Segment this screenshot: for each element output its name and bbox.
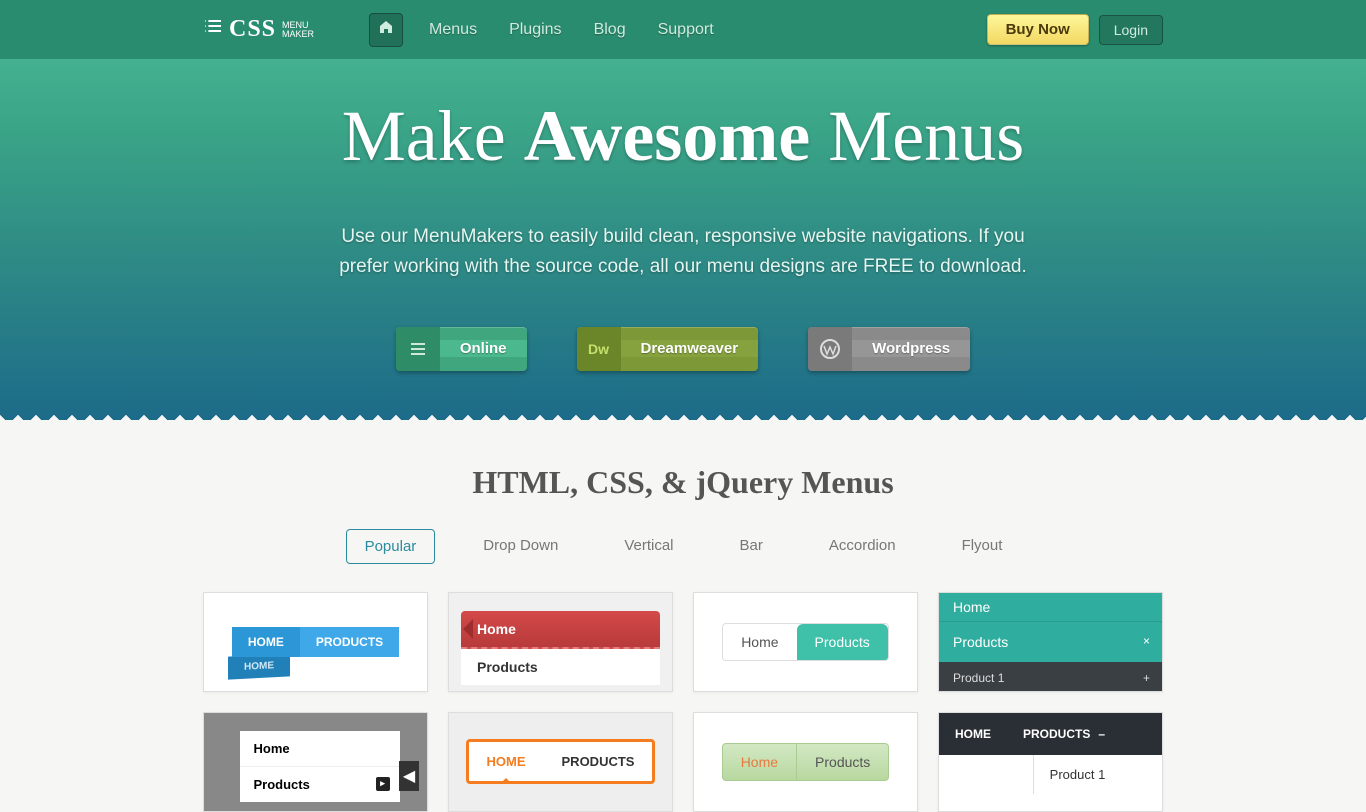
- logo-sub-text: MENU MAKER: [282, 21, 314, 39]
- nav-menus[interactable]: Menus: [413, 13, 493, 47]
- dreamweaver-icon: Dw: [577, 327, 621, 371]
- filter-flyout[interactable]: Flyout: [944, 529, 1021, 564]
- demo-nav-item: Product 1+: [939, 662, 1162, 692]
- demo-nav-item: PRODUCTS: [544, 742, 653, 781]
- online-button[interactable]: Online: [396, 327, 527, 371]
- menu-card[interactable]: Home Products: [693, 712, 918, 812]
- minus-icon: –: [1098, 727, 1105, 741]
- demo-nav-item: HOME: [232, 627, 300, 657]
- chevron-right-icon: ▸: [376, 777, 390, 791]
- demo-nav-item: PRODUCTS–: [1007, 713, 1121, 755]
- logo-main-text: CSS: [229, 16, 276, 43]
- demo-nav-item: PRODUCTS: [300, 627, 399, 657]
- hero-title: Make Awesome Menus: [0, 95, 1366, 178]
- demo-nav-item: Products▸: [240, 766, 400, 802]
- demo-nav-item: HOME: [228, 653, 290, 679]
- filter-vertical[interactable]: Vertical: [606, 529, 691, 564]
- nav-blog[interactable]: Blog: [578, 13, 642, 47]
- menu-card[interactable]: Home Products▸ ◀: [203, 712, 428, 812]
- section-title: HTML, CSS, & jQuery Menus: [203, 464, 1163, 501]
- content-section: HTML, CSS, & jQuery Menus Popular Drop D…: [203, 436, 1163, 812]
- hero-subtitle: Use our MenuMakers to easily build clean…: [333, 222, 1033, 283]
- home-icon: [378, 19, 394, 40]
- demo-nav-item: Home: [723, 624, 796, 660]
- online-icon: [396, 327, 440, 371]
- wordpress-label: Wordpress: [852, 340, 970, 357]
- wordpress-button[interactable]: Wordpress: [808, 327, 970, 371]
- flyout-indicator-icon: ◀: [399, 761, 419, 791]
- login-button[interactable]: Login: [1099, 15, 1163, 45]
- filter-accordion[interactable]: Accordion: [811, 529, 914, 564]
- demo-nav-item: Products: [461, 649, 660, 685]
- logo-icon: [203, 17, 223, 42]
- demo-nav-item: Home: [939, 593, 1162, 622]
- nav-support[interactable]: Support: [642, 13, 730, 47]
- demo-nav-item: Home: [461, 611, 660, 649]
- dreamweaver-button[interactable]: Dw Dreamweaver: [577, 327, 759, 371]
- filter-bar[interactable]: Bar: [722, 529, 781, 564]
- header-bar: CSS MENU MAKER Menus Plugins Blog Suppor…: [0, 0, 1366, 59]
- demo-nav-item: HOME: [469, 742, 544, 781]
- demo-nav-item: Home: [240, 731, 400, 766]
- menu-card[interactable]: HOME PRODUCTS: [448, 712, 673, 812]
- demo-nav-item: Product 1: [1033, 755, 1162, 794]
- close-icon: ×: [1143, 634, 1150, 648]
- zigzag-divider: [0, 420, 1366, 436]
- menu-card[interactable]: HOMEPRODUCTS HOME: [203, 592, 428, 692]
- logo[interactable]: CSS MENU MAKER: [203, 16, 314, 43]
- filter-popular[interactable]: Popular: [346, 529, 436, 564]
- filter-tabs: Popular Drop Down Vertical Bar Accordion…: [203, 529, 1163, 564]
- menu-card[interactable]: Home Products: [693, 592, 918, 692]
- filter-dropdown[interactable]: Drop Down: [465, 529, 576, 564]
- demo-nav-item: Products: [797, 744, 888, 780]
- nav-plugins[interactable]: Plugins: [493, 13, 577, 47]
- demo-nav-item: Products×: [939, 622, 1162, 662]
- wordpress-icon: [808, 327, 852, 371]
- hero-section: Make Awesome Menus Use our MenuMakers to…: [0, 59, 1366, 421]
- menu-card[interactable]: Home Products× Product 1+: [938, 592, 1163, 692]
- plus-icon: +: [1143, 671, 1150, 685]
- nav-home-button[interactable]: [369, 13, 403, 47]
- online-label: Online: [440, 340, 527, 357]
- demo-nav-item: HOME: [939, 713, 1007, 755]
- buy-now-button[interactable]: Buy Now: [987, 14, 1089, 45]
- menu-card[interactable]: HOME PRODUCTS– Product 1: [938, 712, 1163, 812]
- menu-card[interactable]: Home Products: [448, 592, 673, 692]
- main-nav: Menus Plugins Blog Support: [369, 13, 730, 47]
- dreamweaver-label: Dreamweaver: [621, 340, 759, 357]
- demo-nav-item: Home: [723, 744, 797, 780]
- hero-buttons: Online Dw Dreamweaver Wordpress: [0, 327, 1366, 371]
- menu-grid: HOMEPRODUCTS HOME Home Products Home Pro…: [203, 592, 1163, 812]
- demo-nav-item: Products: [797, 624, 888, 660]
